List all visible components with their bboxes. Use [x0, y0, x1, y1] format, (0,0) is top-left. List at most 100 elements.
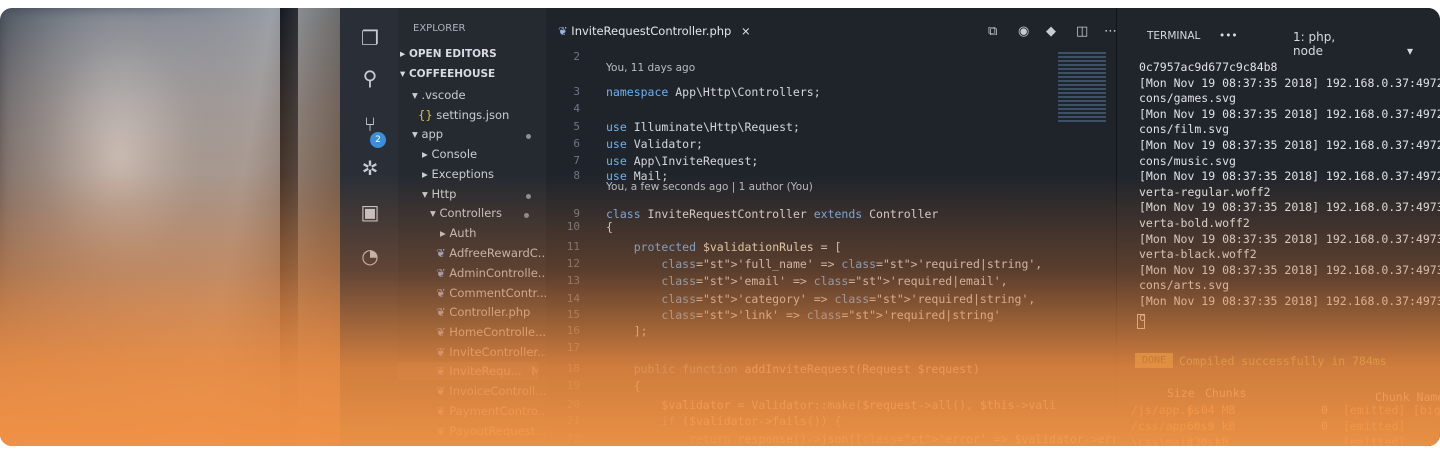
tab-label: InviteRequestController.php: [571, 24, 732, 38]
code-line: $validator = Validator::make($request->a…: [661, 398, 1057, 412]
terminal-line: [Mon Nov 19 08:37:35 2018] 192.168.0.37:…: [1139, 106, 1440, 121]
line-number: 13: [566, 274, 580, 287]
asset-cell-chunk: 0: [1321, 419, 1328, 433]
code-line: return response()->json([class="st">'err…: [689, 432, 1133, 446]
compare-icon[interactable]: ⧉: [988, 24, 997, 39]
tree-item[interactable]: ❦ InviteController...: [436, 345, 548, 359]
tree-item[interactable]: ❦ AdminControlle...: [436, 266, 549, 280]
line-number: 16: [566, 324, 580, 337]
tree-item-label: InvoiceControll...: [449, 384, 547, 398]
line-number: 11: [566, 240, 580, 253]
split-editor-icon[interactable]: ◫: [1076, 24, 1088, 39]
modified-dot: [524, 213, 529, 218]
tree-item[interactable]: ❦ PaymentContro...: [436, 404, 549, 418]
tree-item-label: InviteController...: [449, 345, 549, 359]
col-chunks: Chunks: [1205, 386, 1247, 400]
terminal-line: cons/arts.svg: [1139, 278, 1230, 293]
terminal-line: [Mon Nov 19 08:37:35 2018] 192.168.0.37:…: [1139, 200, 1440, 215]
tree-item[interactable]: ❦ CommentContr...: [436, 286, 547, 300]
code-line: use Mail;: [606, 169, 669, 183]
asset-cell-size: 230 kB: [1187, 435, 1229, 446]
tree-item-selected[interactable]: ❦ InviteRequ... M: [398, 362, 538, 380]
asset-cell-name: [big: [1413, 403, 1440, 417]
line-number: 18: [566, 362, 580, 375]
terminal-line: cons/games.svg: [1139, 91, 1236, 106]
modified-dot: [526, 134, 531, 139]
asset-cell-status: [emitted]: [1343, 419, 1406, 433]
line-number: 7: [573, 154, 580, 167]
code-editor: ❦ InviteRequestController.php × ⧉ ◉ ◆ ◫ …: [546, 8, 1132, 446]
line-number: 2: [573, 50, 580, 63]
tree-item[interactable]: ▸ Exceptions: [422, 167, 494, 181]
chevron-down-icon: ▾: [1406, 44, 1413, 58]
files-icon[interactable]: ❐: [358, 26, 382, 50]
tree-item-label: AdfreeRewardC...: [449, 246, 549, 260]
tree-item[interactable]: ▾ app: [412, 127, 443, 141]
tree-item-label: Http: [431, 187, 457, 201]
tree-item[interactable]: ❦ HomeControlle...: [436, 325, 546, 339]
line-number: 3: [573, 85, 580, 98]
photo-frame: ❐ ⚲ ⑂ 2 ✲ ▣ ◔ EXPLORER ▸ OPEN EDITORS ▾ …: [0, 8, 1440, 446]
tree-item[interactable]: ❦ PayoutRequest...: [436, 424, 546, 438]
terminal-line: 0c7957ac9d677c9c84b8: [1139, 60, 1278, 74]
terminal-line: [Mon Nov 19 08:37:35 2018] 192.168.0.37:…: [1139, 169, 1440, 184]
tree-item-label: Console: [431, 147, 478, 161]
tree-item[interactable]: ▸ Console: [422, 147, 477, 161]
editor-tab[interactable]: ❦ InviteRequestController.php ×: [558, 24, 751, 38]
code-line: class="st">'link' => class="st">'require…: [661, 308, 1001, 322]
code-line: use Validator;: [606, 137, 703, 151]
code-line: class="st">'full_name' => class="st">'re…: [661, 257, 1043, 271]
extensions-icon[interactable]: ▣: [358, 200, 382, 224]
line-number: 15: [566, 308, 580, 321]
editor-tabbar: ❦ InviteRequestController.php ×: [546, 20, 1116, 44]
asset-cell-chunk: 0: [1321, 403, 1328, 417]
tree-item[interactable]: ❦ InvoiceControll...: [436, 384, 546, 398]
terminal-more-icon[interactable]: •••: [1219, 30, 1238, 42]
close-icon[interactable]: ×: [741, 24, 751, 38]
tree-item[interactable]: ▾ .vscode: [412, 88, 466, 102]
blurred-background: [0, 8, 300, 446]
tree-item[interactable]: ▾ Http: [422, 187, 456, 201]
tree-item[interactable]: ▸ Auth: [440, 226, 476, 240]
tree-item-label: settings.json: [436, 108, 510, 122]
tree-item[interactable]: ❦ Controller.php: [436, 305, 530, 319]
git-icon[interactable]: ◆: [1046, 24, 1056, 39]
code-line: ];: [606, 324, 648, 338]
debug-icon[interactable]: ✲: [358, 156, 382, 180]
line-number: 20: [566, 398, 580, 411]
code-line: public function addInviteRequest(Request…: [633, 362, 980, 376]
terminal-shell-select[interactable]: 1: php, node ▾: [1293, 30, 1440, 58]
tree-item-label: Exceptions: [431, 167, 495, 181]
tree-item-label: Auth: [449, 226, 477, 240]
tree-item-label: .vscode: [421, 88, 466, 102]
terminal-line: cons/film.svg: [1139, 122, 1230, 137]
tree-item-label: PaymentContro...: [449, 404, 549, 418]
asset-cell-status: [emitted]: [1343, 435, 1406, 446]
tree-item[interactable]: ❦ AdfreeRewardC...: [436, 246, 549, 260]
terminal-line: [Mon Nov 19 08:37:35 2018] 192.168.0.37:…: [1139, 262, 1440, 277]
line-number: 19: [566, 379, 580, 392]
terminal-title: TERMINAL: [1147, 30, 1201, 42]
terminal-line: [Mon Nov 19 08:37:35 2018] 192.168.0.37:…: [1139, 75, 1440, 90]
minimap[interactable]: [1058, 52, 1106, 122]
tree-item[interactable]: {} settings.json: [418, 108, 509, 122]
code-line: if ($validator->fails()) {: [661, 414, 842, 428]
tree-item[interactable]: ▾ Controllers: [430, 206, 502, 220]
code-line: protected $validationRules = [: [633, 240, 842, 254]
line-number: 5: [573, 120, 580, 133]
search-icon[interactable]: ⚲: [358, 66, 382, 90]
line-number: 8: [573, 169, 580, 182]
project-header[interactable]: ▾ COFFEEHOUSE: [400, 68, 495, 80]
open-editors-header[interactable]: ▸ OPEN EDITORS: [400, 48, 497, 60]
modified-marker: M: [531, 364, 538, 378]
tree-item-label: PayoutRequest...: [449, 424, 547, 438]
tree-item-label: InviteRequ...: [449, 364, 522, 378]
explorer-title: EXPLORER: [413, 23, 466, 34]
timer-icon[interactable]: ◔: [358, 244, 382, 268]
code-line: {: [606, 379, 641, 393]
explorer-sidebar: EXPLORER ▸ OPEN EDITORS ▾ COFFEEHOUSE ▾ …: [398, 8, 549, 446]
tree-item-label: CommentContr...: [449, 286, 548, 300]
shell-label: 1: php, node: [1293, 30, 1336, 58]
done-badge: DONE: [1135, 353, 1173, 368]
eye-icon[interactable]: ◉: [1018, 24, 1029, 39]
